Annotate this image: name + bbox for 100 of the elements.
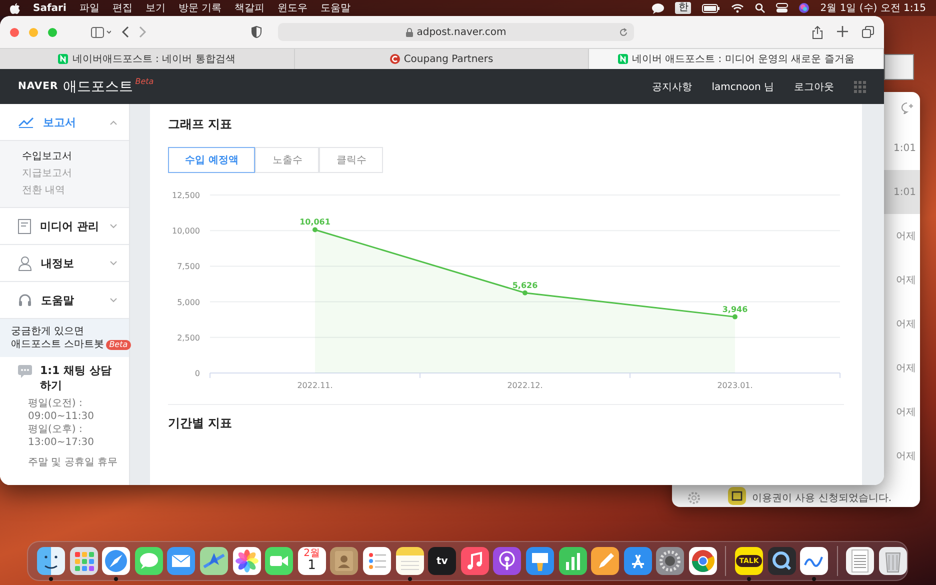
c-logo-icon	[390, 54, 400, 64]
tv-app-icon[interactable]: tv	[428, 547, 456, 575]
back-icon[interactable]	[121, 26, 129, 38]
menu-item[interactable]: 도움말	[320, 1, 351, 15]
hours-text: 09:00~11:30	[28, 410, 96, 423]
document-icon	[18, 218, 31, 234]
document-icon[interactable]	[846, 547, 874, 575]
axis-label: 0	[194, 369, 200, 378]
podcast-icon[interactable]	[493, 547, 522, 575]
n-logo-icon	[618, 54, 628, 64]
wifi-icon[interactable]	[731, 3, 744, 13]
speech-bubble-icon[interactable]	[134, 547, 163, 575]
chat-list-row[interactable]: 어제	[884, 390, 920, 434]
notification-text: 이용권이 사용 신청되었습니다.	[752, 492, 892, 505]
chat-list-row[interactable]: 어제	[884, 258, 920, 302]
share-icon[interactable]	[812, 26, 823, 38]
compass-icon[interactable]	[102, 547, 130, 575]
chat-list-row[interactable]: 어제	[884, 434, 920, 478]
timestamp: 어제	[896, 230, 916, 243]
sidebar-icon[interactable]	[91, 26, 111, 38]
browser-logo-icon[interactable]	[688, 547, 717, 575]
app-menu[interactable]: Safari	[33, 2, 66, 14]
address-bar[interactable]: adpost.naver.com	[278, 23, 634, 41]
beta-badge: Beta	[106, 340, 131, 350]
chat-list-row[interactable]: 어제	[884, 214, 920, 258]
search-icon[interactable]	[755, 3, 766, 13]
sidebar-item[interactable]: 미디어 관리	[0, 208, 129, 245]
chatbot-banner[interactable]: 궁금한게 있으면 애드포스트 스마트봇 Beta	[0, 319, 129, 357]
metric-tab[interactable]: 노출수	[255, 147, 320, 173]
folder-icon	[728, 487, 746, 505]
timestamp: 1:01	[894, 142, 916, 154]
metric-tab[interactable]: 클릭수	[319, 147, 384, 173]
axis-label: 7,500	[177, 262, 200, 272]
product-name[interactable]: 애드포스트	[63, 78, 134, 96]
music-note-icon[interactable]	[460, 547, 489, 575]
timestamp: 1:01	[894, 186, 916, 198]
grid-icon[interactable]	[70, 547, 98, 575]
menu-item[interactable]: 파일	[79, 1, 100, 15]
sidebar-subitem[interactable]: 수입보고서	[22, 149, 129, 165]
timestamp: 어제	[896, 406, 916, 419]
section-title: 기간별 지표	[168, 415, 234, 432]
data-point	[732, 314, 738, 320]
chat-plus-icon[interactable]	[901, 102, 914, 114]
hours-text: 평일(오후) :	[28, 423, 84, 436]
pen-icon[interactable]	[591, 547, 620, 575]
battery-icon[interactable]	[702, 4, 720, 12]
chat-list-row[interactable]: 어제	[884, 302, 920, 346]
new-tab-icon[interactable]	[837, 26, 848, 36]
envelope-icon[interactable]	[167, 547, 196, 575]
menubar-clock[interactable]: 2월 1일 (수) 오전 1:15	[820, 1, 926, 15]
menu-item[interactable]: 방문 기록	[178, 1, 222, 15]
header-link[interactable]: lamcnoon 님	[712, 80, 774, 94]
reload-icon[interactable]	[619, 28, 628, 36]
smiley-face-icon[interactable]	[37, 547, 65, 575]
sidebar-item[interactable]: 내정보	[0, 245, 129, 282]
header-link[interactable]: 공지사항	[652, 80, 692, 94]
gear-icon[interactable]	[656, 547, 684, 575]
chevron-icon	[110, 260, 117, 266]
chat-list-row[interactable]: 1:01	[884, 126, 920, 170]
video-camera-icon[interactable]	[265, 547, 294, 575]
address-book-icon[interactable]	[330, 547, 358, 575]
speech-bubble-icon[interactable]	[652, 2, 664, 14]
map-icon[interactable]	[200, 547, 228, 575]
input-source-indicator[interactable]: 한	[675, 2, 692, 14]
header-link[interactable]: 로그아웃	[794, 80, 834, 94]
chat-consult-link[interactable]: 1:1 채팅 상담하기	[40, 363, 121, 393]
menu-item[interactable]: 책갈피	[234, 1, 265, 15]
timestamp: 어제	[896, 450, 916, 463]
magnifier-icon[interactable]	[768, 547, 796, 575]
brand-logo[interactable]: NAVER	[18, 81, 58, 92]
shield-icon[interactable]	[251, 26, 262, 38]
flower-icon[interactable]	[232, 547, 261, 575]
menu-item[interactable]: 편집	[112, 1, 132, 15]
data-label: 5,626	[512, 280, 538, 290]
checklist-icon[interactable]	[362, 547, 391, 575]
tab-overview-icon[interactable]	[862, 26, 874, 38]
chat-bubble-icon	[18, 365, 32, 378]
trash-icon[interactable]	[879, 547, 908, 575]
toggle-switches-icon[interactable]	[776, 3, 788, 13]
orb-icon[interactable]	[799, 3, 810, 13]
notepad-icon[interactable]	[396, 547, 424, 575]
hours-text: 평일(오전) :	[28, 397, 84, 410]
close-button[interactable]	[10, 28, 19, 36]
chat-list-row[interactable]: 어제	[884, 346, 920, 390]
apple-logo-icon[interactable]	[10, 2, 20, 14]
menu-item[interactable]: 보기	[145, 1, 166, 15]
holiday-note: 주말 및 공휴일 휴무	[28, 456, 119, 469]
axis-label: 2023.01.	[717, 381, 753, 390]
menu-item[interactable]: 윈도우	[278, 1, 308, 15]
squiggle-icon[interactable]	[800, 547, 828, 575]
app-store-icon[interactable]	[624, 547, 652, 575]
axis-label: 2022.12.	[507, 381, 543, 390]
chevron-icon	[110, 120, 117, 124]
podium-icon[interactable]	[526, 547, 554, 575]
banner-text: 궁금한게 있으면	[11, 325, 86, 338]
browser-tab[interactable]: 네이버 애드포스트 : 미디어 운영의 새로운 즐거움	[589, 49, 884, 69]
axis-label: 5,000	[177, 298, 200, 307]
calendar-icon[interactable]: 2월 1	[298, 547, 326, 575]
bar-chart-icon[interactable]	[558, 547, 586, 575]
url-text: adpost.naver.com	[416, 26, 506, 38]
